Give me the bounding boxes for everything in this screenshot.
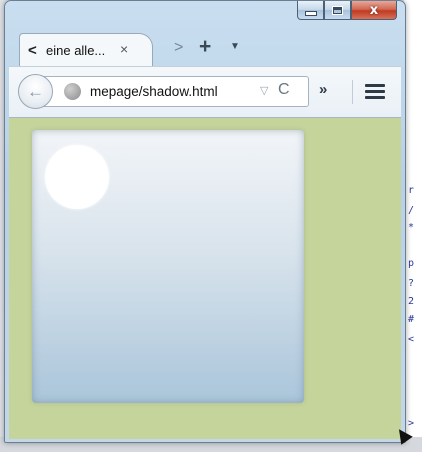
tab-active[interactable]: < eine alle... × xyxy=(19,33,153,67)
background-text: # xyxy=(408,314,415,325)
browser-window: x < eine alle... × > + ▼ ← mepage/shadow… xyxy=(4,0,406,443)
hamburger-menu-icon[interactable] xyxy=(365,84,385,102)
background-window-strip: r / * p ? 2 # < > xyxy=(404,0,422,452)
chevron-right-icon[interactable]: > xyxy=(174,39,183,57)
menu-bar xyxy=(365,84,385,87)
reload-icon[interactable]: C xyxy=(278,81,290,99)
white-circle xyxy=(45,145,109,209)
background-text: > xyxy=(408,418,415,429)
caption-buttons: x xyxy=(297,1,397,21)
chevron-left-icon[interactable]: < xyxy=(28,42,37,59)
minimize-icon xyxy=(304,10,317,16)
maximize-button[interactable] xyxy=(324,1,351,20)
background-text: p xyxy=(408,258,415,269)
close-window-button[interactable]: x xyxy=(351,1,397,20)
url-bar[interactable]: ← mepage/shadow.html ▽ C xyxy=(18,74,309,109)
url-text[interactable]: mepage/shadow.html xyxy=(90,84,218,99)
history-dropdown-icon[interactable]: ▽ xyxy=(260,84,268,97)
toolbar-separator xyxy=(352,80,353,104)
toolbar-overflow-button[interactable]: » xyxy=(319,81,327,98)
background-text: ? xyxy=(408,278,415,289)
back-button[interactable]: ← xyxy=(18,74,53,109)
back-arrow-icon: ← xyxy=(27,81,44,101)
list-all-tabs-button[interactable]: ▼ xyxy=(230,41,240,52)
tab-title: eine alle... xyxy=(46,43,106,58)
tab-close-icon[interactable]: × xyxy=(120,41,128,57)
background-text: < xyxy=(408,334,415,345)
page-content xyxy=(9,118,401,439)
background-text: 2 xyxy=(408,296,415,307)
background-text: / xyxy=(408,205,415,216)
shadow-box xyxy=(32,130,304,403)
background-text: r xyxy=(408,185,415,196)
new-tab-button[interactable]: + xyxy=(199,35,211,59)
menu-bar xyxy=(365,90,385,93)
tab-strip: < eine alle... × > + ▼ xyxy=(19,33,399,67)
globe-icon[interactable] xyxy=(64,83,81,100)
menu-bar xyxy=(365,96,385,99)
navigation-toolbar: ← mepage/shadow.html ▽ C » xyxy=(9,66,401,118)
minimize-button[interactable] xyxy=(297,1,324,20)
maximize-icon xyxy=(332,5,343,15)
background-text: * xyxy=(408,222,415,233)
close-icon: x xyxy=(369,2,379,18)
